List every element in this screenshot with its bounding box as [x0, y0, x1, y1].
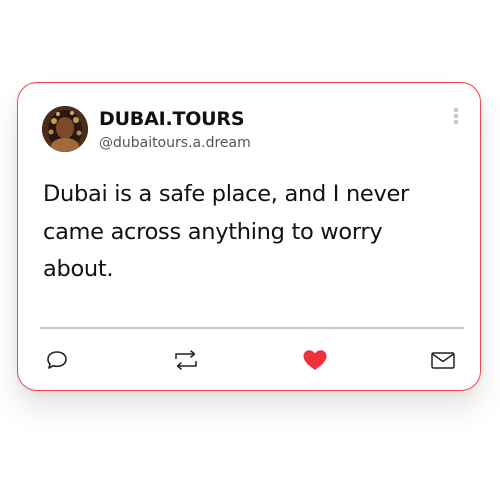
- post-card: DUBAI.TOURS @dubaitours.a.dream Dubai is…: [17, 82, 481, 391]
- post-canvas: DUBAI.TOURS @dubaitours.a.dream Dubai is…: [0, 0, 500, 500]
- avatar[interactable]: [42, 106, 88, 152]
- post-text: Dubai is a safe place, and I never came …: [43, 181, 409, 282]
- avatar-image: [42, 106, 88, 152]
- share-button[interactable]: [430, 348, 456, 372]
- envelope-icon: [431, 352, 455, 369]
- heart-icon: [303, 350, 327, 370]
- like-button[interactable]: [302, 348, 328, 372]
- more-options-icon[interactable]: [451, 107, 461, 125]
- user-handle[interactable]: @dubaitours.a.dream: [99, 134, 251, 152]
- repost-arrows-icon: [175, 350, 197, 370]
- repost-button[interactable]: [173, 348, 199, 372]
- display-name[interactable]: DUBAI.TOURS: [99, 108, 245, 130]
- reply-button[interactable]: [44, 348, 70, 372]
- speech-bubble-icon: [47, 351, 67, 369]
- divider: [40, 327, 464, 329]
